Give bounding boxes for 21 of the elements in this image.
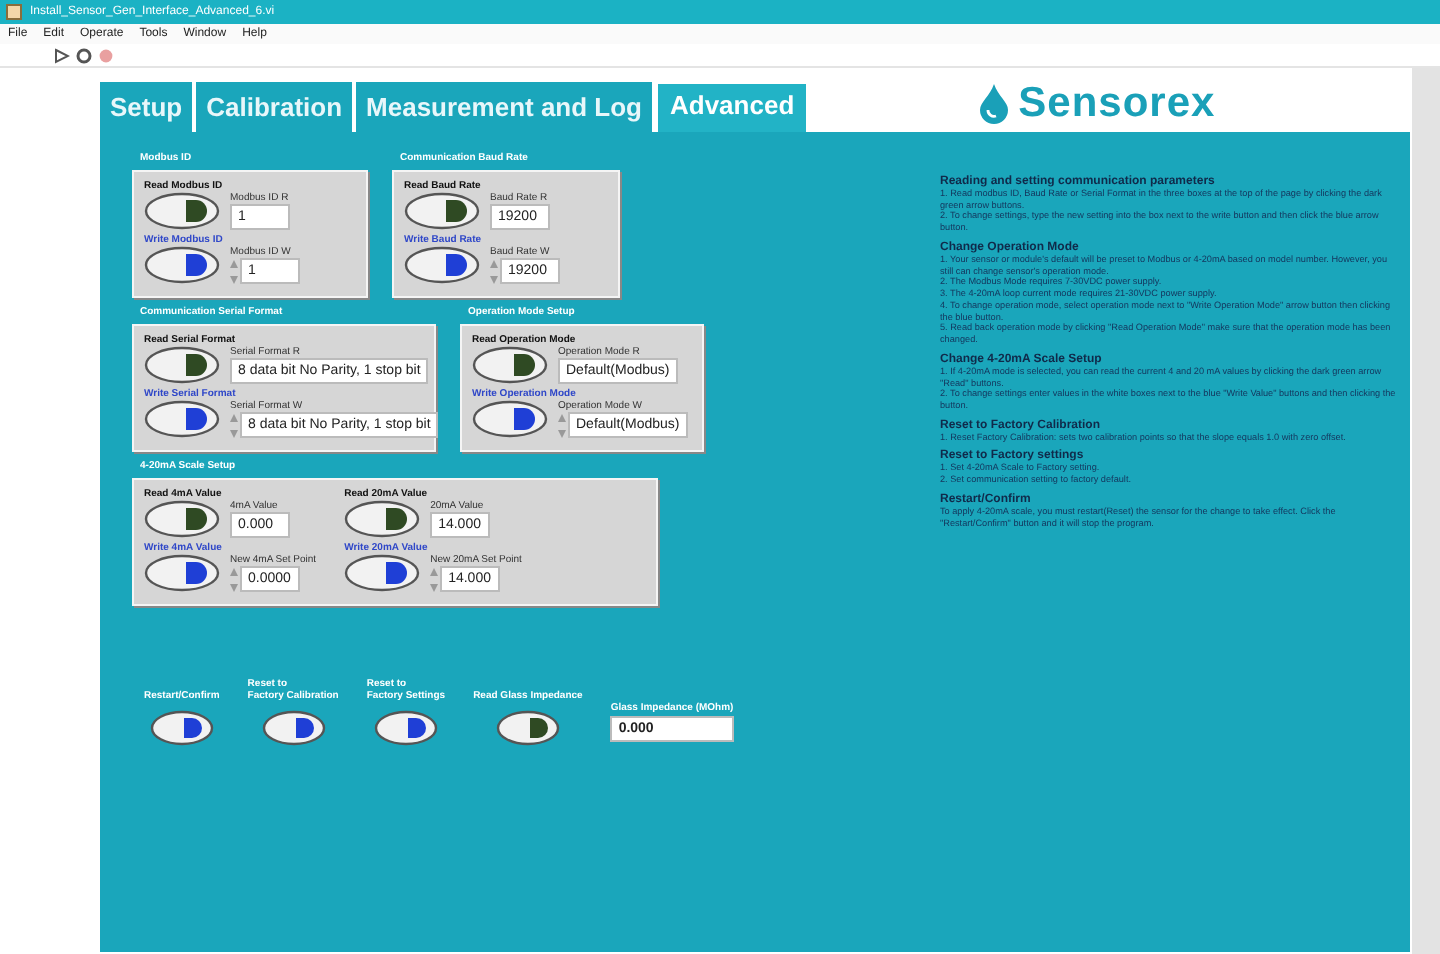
arrow-button[interactable] bbox=[144, 346, 220, 384]
app-icon bbox=[6, 4, 22, 20]
arrow-button[interactable] bbox=[404, 246, 480, 284]
arrow-button[interactable] bbox=[495, 710, 560, 746]
droplet-icon bbox=[980, 84, 1009, 124]
arrow-button[interactable] bbox=[144, 192, 220, 230]
arrow-button[interactable] bbox=[144, 246, 220, 284]
run-arrow-icon[interactable] bbox=[54, 47, 70, 63]
arrow-button[interactable] bbox=[149, 710, 214, 746]
arrow-button[interactable] bbox=[344, 554, 421, 592]
arrow-button[interactable] bbox=[261, 710, 326, 746]
arrow-button[interactable] bbox=[144, 554, 220, 592]
arrow-button[interactable] bbox=[373, 710, 438, 746]
arrow-button[interactable] bbox=[144, 500, 220, 538]
arrow-button[interactable] bbox=[472, 400, 548, 438]
arrow-button[interactable] bbox=[472, 346, 548, 384]
logo-text: Sensorex bbox=[1018, 80, 1216, 128]
arrow-button[interactable] bbox=[404, 192, 480, 230]
arrow-button[interactable] bbox=[144, 400, 220, 438]
arrow-button[interactable] bbox=[344, 500, 421, 538]
run-continuously-icon[interactable] bbox=[76, 47, 92, 63]
